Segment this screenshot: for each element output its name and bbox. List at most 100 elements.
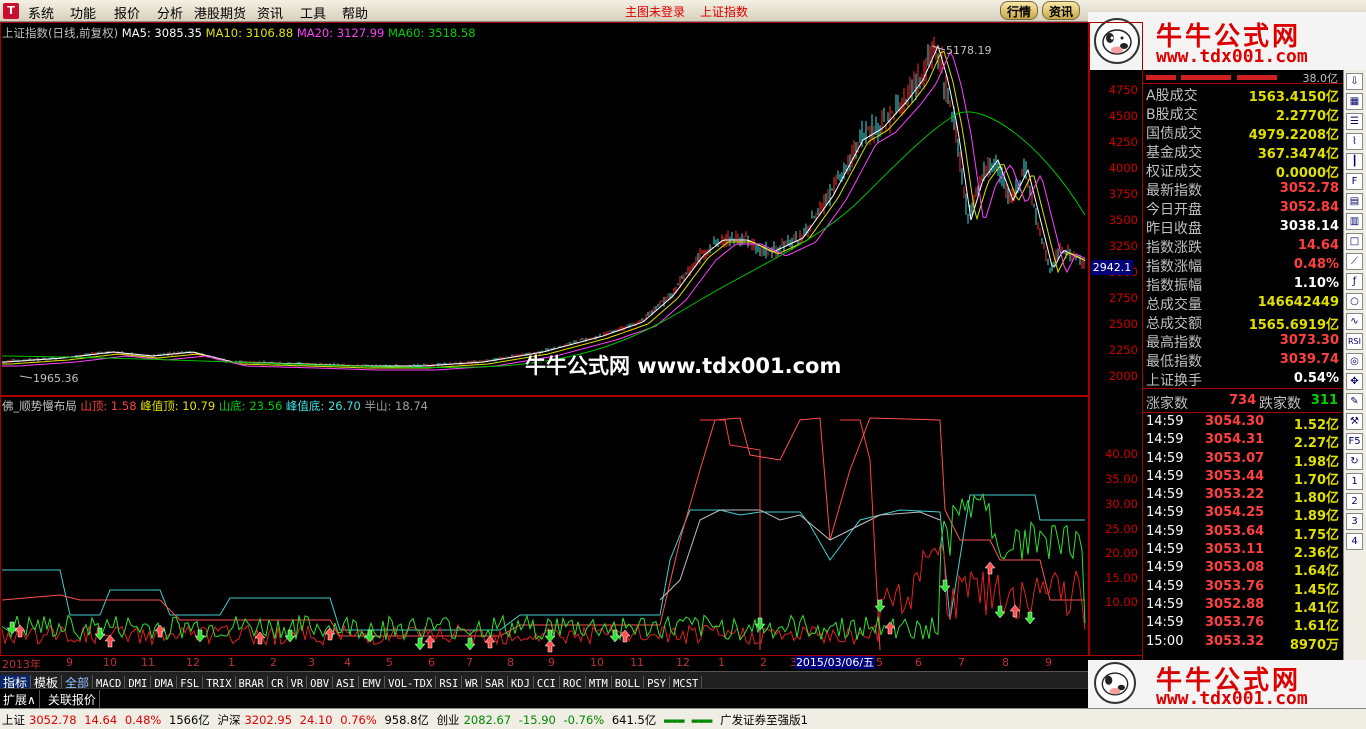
pencil-icon[interactable]: ✎ bbox=[1346, 393, 1363, 410]
down-arrow-icon[interactable]: ⇩ bbox=[1346, 73, 1363, 90]
formula-icon[interactable]: ƒ bbox=[1346, 273, 1363, 290]
stat-value: 3073.30 bbox=[1279, 333, 1339, 348]
chart-canvas[interactable] bbox=[0, 0, 1089, 660]
trade-row: 14:59 3053.11 2.36亿 bbox=[1143, 541, 1342, 562]
trade-row: 15:00 3053.32 8970万 bbox=[1143, 633, 1342, 653]
circle-icon[interactable]: ○ bbox=[1346, 293, 1363, 310]
time-tick: 2 bbox=[760, 656, 767, 669]
trade-amount: 1.75亿 bbox=[1293, 527, 1339, 543]
layout-3-icon[interactable]: 3 bbox=[1346, 513, 1363, 530]
cycle-icon[interactable]: ↻ bbox=[1346, 453, 1363, 470]
app-window: T 系统 功能 报价 分析 港股期货 资讯 工具 帮助 主图未登录 上证指数 行… bbox=[0, 0, 1366, 729]
tab-related-quotes[interactable]: 关联报价 bbox=[45, 690, 100, 709]
sh-label: 上证 bbox=[2, 713, 25, 727]
table-icon[interactable]: ▤ bbox=[1346, 193, 1363, 210]
trade-time: 14:59 bbox=[1146, 450, 1184, 466]
f10-icon[interactable]: F bbox=[1346, 173, 1363, 190]
trade-amount: 2.36亿 bbox=[1293, 546, 1339, 562]
stat-row: 总成交额 1565.6919亿 bbox=[1143, 312, 1342, 333]
trade-amount: 1.61亿 bbox=[1293, 619, 1339, 635]
time-tick: 7 bbox=[958, 656, 965, 669]
stat-label: 总成交额 bbox=[1146, 316, 1202, 332]
rsi-icon[interactable]: RSI bbox=[1346, 333, 1363, 350]
tab-extend[interactable]: 扩展∧ bbox=[0, 690, 40, 709]
hs-percent: 0.76% bbox=[340, 713, 377, 727]
stat-label: A股成交 bbox=[1146, 88, 1198, 104]
stat-row: 指数涨幅 0.48% bbox=[1143, 255, 1342, 275]
window-icon[interactable]: □ bbox=[1346, 233, 1363, 250]
sell-arrow-icon bbox=[1024, 611, 1036, 625]
bars-icon[interactable]: ▥ bbox=[1346, 213, 1363, 230]
ind-tick: 25.00 bbox=[1105, 522, 1138, 536]
stat-label: 权证成交 bbox=[1146, 164, 1202, 180]
grid-icon[interactable]: ▦ bbox=[1346, 93, 1363, 110]
buy-arrow-icon bbox=[984, 561, 996, 575]
time-tick: 9 bbox=[548, 656, 555, 669]
price-tick: 3750 bbox=[1108, 187, 1138, 201]
price-tick: 2500 bbox=[1108, 317, 1138, 331]
ind-tick: 15.00 bbox=[1105, 571, 1138, 585]
bullseye-icon[interactable]: ◎ bbox=[1346, 353, 1363, 370]
low-marker-line bbox=[19, 375, 33, 379]
brand-url: www.tdx001.com bbox=[1156, 46, 1308, 67]
market-info-panel: 38.0亿 A股成交 1563.4150亿 B股成交 2.2770亿 国债成交 4979.… bbox=[1142, 70, 1342, 660]
ind-tick: 10.00 bbox=[1105, 595, 1138, 609]
list-icon[interactable]: ☰ bbox=[1346, 113, 1363, 130]
trade-amount: 1.45亿 bbox=[1293, 582, 1339, 598]
trade-time: 14:59 bbox=[1146, 432, 1184, 448]
price-tick: 4500 bbox=[1108, 109, 1138, 123]
ind-tick: 35.00 bbox=[1105, 472, 1138, 486]
wave-icon[interactable]: ∿ bbox=[1346, 313, 1363, 330]
sh-value: 3052.78 bbox=[29, 713, 77, 727]
f5-icon[interactable]: F5 bbox=[1346, 433, 1363, 450]
time-tick: 1 bbox=[228, 656, 235, 669]
time-tick: 4 bbox=[344, 656, 351, 669]
hs-label: 沪深 bbox=[217, 713, 241, 727]
time-axis: 2013年 9 10 11 12 1 2 3 4 5 6 7 8 9 10 11… bbox=[0, 655, 1088, 671]
price-tick: 4000 bbox=[1108, 161, 1138, 175]
down-count: 311 bbox=[1310, 393, 1338, 408]
candlestick-icon[interactable]: ┃ bbox=[1346, 153, 1363, 170]
layout-1-icon[interactable]: 1 bbox=[1346, 473, 1363, 490]
trade-time: 14:59 bbox=[1146, 615, 1184, 631]
brand-banner-bottom: 牛牛公式网 www.tdx001.com bbox=[1088, 660, 1366, 709]
price-tick: 2000 bbox=[1108, 369, 1138, 383]
buy-arrow-icon bbox=[104, 634, 116, 648]
hs-value: 3202.95 bbox=[244, 713, 293, 727]
stat-row: 最低指数 3039.74 bbox=[1143, 350, 1342, 370]
stat-row: A股成交 1563.4150亿 bbox=[1143, 84, 1342, 105]
price-tick: 4250 bbox=[1108, 135, 1138, 149]
sell-arrow-icon bbox=[284, 629, 296, 643]
stats-list: A股成交 1563.4150亿 B股成交 2.2770亿 国债成交 4979.2208亿基… bbox=[1143, 84, 1342, 389]
layout-4-icon[interactable]: 4 bbox=[1346, 533, 1363, 550]
trade-time: 14:59 bbox=[1146, 596, 1184, 612]
line-chart-icon[interactable]: ⌇ bbox=[1346, 133, 1363, 150]
stat-label: 基金成交 bbox=[1146, 145, 1202, 161]
move-icon[interactable]: ✥ bbox=[1346, 373, 1363, 390]
stat-label: 上证换手 bbox=[1146, 373, 1202, 389]
sell-arrow-icon bbox=[194, 629, 206, 643]
stat-row: 指数涨跌 14.64 bbox=[1143, 236, 1342, 256]
sh-percent: 0.48% bbox=[124, 713, 162, 727]
high-annotation: 5178.19 bbox=[946, 44, 992, 57]
stat-label: 指数涨跌 bbox=[1146, 240, 1202, 256]
trade-row: 14:59 3053.64 1.75亿 bbox=[1143, 523, 1342, 543]
layout-2-icon[interactable]: 2 bbox=[1346, 493, 1363, 510]
price-tick: 2250 bbox=[1108, 343, 1138, 357]
sell-arrow-icon bbox=[994, 605, 1006, 619]
sell-arrow-icon bbox=[939, 579, 951, 593]
sh-change: 14.64 bbox=[84, 713, 118, 727]
trend-icon[interactable]: ⟋ bbox=[1346, 253, 1363, 270]
trade-price: 3054.25 bbox=[1205, 505, 1265, 521]
trade-time: 14:59 bbox=[1146, 560, 1184, 576]
sell-arrow-icon bbox=[464, 637, 476, 651]
trade-row: 14:59 3053.08 1.64亿 bbox=[1143, 559, 1342, 579]
stat-value: 3052.78 bbox=[1279, 181, 1339, 196]
stat-value: 0.54% bbox=[1293, 371, 1339, 386]
cy-change: -15.90 bbox=[518, 713, 556, 727]
ind-tick: 30.00 bbox=[1105, 497, 1138, 511]
trade-row: 14:59 3054.25 1.89亿 bbox=[1143, 504, 1342, 524]
tools-icon[interactable]: ⚒ bbox=[1346, 413, 1363, 430]
stat-label: 国债成交 bbox=[1146, 126, 1202, 142]
ma20-line bbox=[2, 51, 1086, 371]
